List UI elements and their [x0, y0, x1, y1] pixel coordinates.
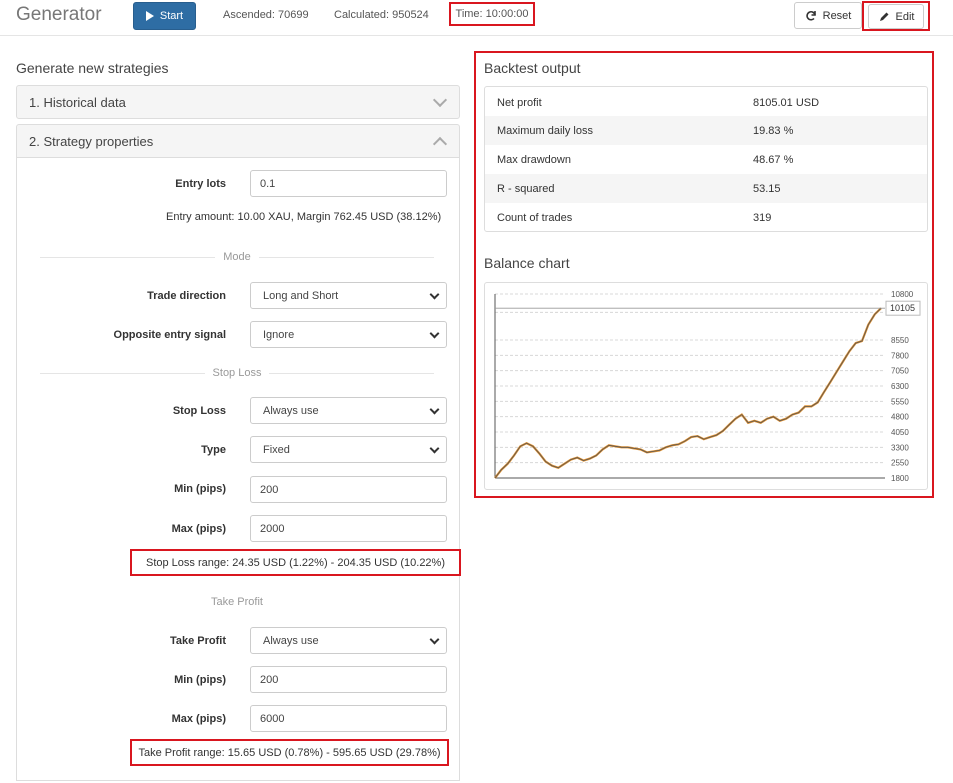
table-row: Maximum daily loss 19.83 % — [485, 116, 927, 145]
y-tick-label: 10800 — [891, 290, 914, 299]
chevron-down-icon — [429, 634, 440, 645]
tp-min-label: Min (pips) — [174, 674, 226, 686]
takeprofit-value: Always use — [263, 634, 319, 647]
balance-chart-svg: 1080099008550780070506300555048004050330… — [494, 290, 921, 483]
edit-button[interactable]: Edit — [868, 4, 924, 29]
mode-separator-label: Mode — [223, 251, 251, 263]
trade-direction-label: Trade direction — [147, 290, 226, 302]
metric-value: 48.67 % — [753, 153, 794, 166]
header-divider — [0, 35, 953, 36]
ascended-count: Ascended: 70699 — [223, 9, 309, 21]
edit-button-label: Edit — [895, 10, 915, 23]
opposite-entry-select[interactable]: Ignore — [250, 321, 447, 348]
metric-name: Max drawdown — [497, 153, 571, 166]
chevron-down-icon — [429, 443, 440, 454]
chevron-down-icon — [429, 404, 440, 415]
table-row: Net profit 8105.01 USD — [485, 88, 927, 117]
chevron-down-icon — [429, 328, 440, 339]
chevron-up-icon — [432, 136, 448, 152]
type-select[interactable]: Fixed — [250, 436, 447, 463]
y-tick-label: 2550 — [891, 459, 909, 468]
entry-lots-input[interactable]: 0.1 — [250, 170, 447, 197]
stoploss-separator: Stop Loss — [40, 367, 435, 379]
type-label: Type — [201, 444, 226, 456]
table-row: R - squared 53.15 — [485, 174, 927, 203]
y-tick-label: 4050 — [891, 428, 909, 437]
reset-button[interactable]: Reset — [794, 2, 862, 29]
top-toolbar: Generator Start Ascended: 70699 Calculat… — [0, 0, 953, 34]
takeprofit-select[interactable]: Always use — [250, 627, 447, 654]
y-tick-label: 4800 — [891, 413, 909, 422]
trade-direction-value: Long and Short — [263, 289, 339, 302]
stoploss-separator-label: Stop Loss — [212, 367, 262, 379]
metric-name: Count of trades — [497, 211, 573, 224]
accordion-historical-data[interactable]: 1. Historical data — [16, 85, 460, 119]
balance-chart-title: Balance chart — [484, 255, 570, 271]
stoploss-label: Stop Loss — [172, 405, 226, 417]
metric-value: 8105.01 USD — [753, 96, 820, 109]
metric-name: Net profit — [497, 96, 542, 109]
y-tick-label: 8550 — [891, 336, 909, 345]
balance-chart: 1080099008550780070506300555048004050330… — [484, 282, 928, 490]
takeprofit-separator: Take Profit — [211, 596, 263, 608]
backtest-title: Backtest output — [484, 60, 581, 76]
sl-max-input[interactable]: 2000 — [250, 515, 447, 542]
y-tick-label: 7800 — [891, 351, 909, 360]
balance-series-line — [494, 307, 882, 479]
metric-value: 19.83 % — [753, 124, 794, 137]
sl-min-input[interactable]: 200 — [250, 476, 447, 503]
tp-min-input[interactable]: 200 — [250, 666, 447, 693]
stoploss-range: Stop Loss range: 24.35 USD (1.22%) - 204… — [130, 549, 461, 576]
y-tick-label: 3300 — [891, 443, 909, 452]
trade-direction-select[interactable]: Long and Short — [250, 282, 447, 309]
mode-separator: Mode — [40, 251, 434, 263]
calculated-count: Calculated: 950524 — [334, 9, 429, 21]
tp-max-label: Max (pips) — [171, 713, 226, 725]
accordion-strategy-properties[interactable]: 2. Strategy properties — [16, 124, 460, 158]
y-tick-label: 7050 — [891, 367, 909, 376]
app-title: Generator — [16, 4, 102, 25]
accordion-historical-data-label: 1. Historical data — [29, 94, 126, 110]
sl-max-label: Max (pips) — [171, 523, 226, 535]
metric-value: 319 — [753, 211, 772, 224]
chevron-down-icon — [429, 289, 440, 300]
generate-title: Generate new strategies — [16, 60, 169, 76]
takeprofit-label: Take Profit — [169, 635, 226, 647]
metric-value: 53.15 — [753, 182, 781, 195]
takeprofit-range: Take Profit range: 15.65 USD (0.78%) - 5… — [130, 739, 449, 766]
refresh-icon — [805, 10, 816, 21]
table-row: Max drawdown 48.67 % — [485, 145, 927, 174]
tp-max-input[interactable]: 6000 — [250, 705, 447, 732]
y-tick-label: 6300 — [891, 382, 909, 391]
opposite-entry-label: Opposite entry signal — [113, 329, 226, 341]
y-tick-label: 5550 — [891, 397, 909, 406]
reset-button-label: Reset — [822, 9, 852, 22]
chevron-down-icon — [432, 92, 448, 108]
entry-lots-label: Entry lots — [175, 178, 226, 190]
opposite-entry-value: Ignore — [263, 328, 295, 341]
entry-amount-info: Entry amount: 10.00 XAU, Margin 762.45 U… — [166, 211, 442, 223]
y-tick-label: 1800 — [891, 474, 909, 483]
table-row: Count of trades 319 — [485, 203, 927, 232]
metric-name: Maximum daily loss — [497, 124, 593, 137]
accordion-strategy-properties-label: 2. Strategy properties — [29, 133, 154, 149]
start-button-label: Start — [159, 10, 184, 22]
edit-highlight: Edit — [862, 1, 930, 31]
time-elapsed: Time: 10:00:00 — [449, 2, 535, 26]
pencil-icon — [879, 12, 889, 21]
start-button[interactable]: Start — [133, 2, 196, 30]
play-icon — [145, 11, 154, 21]
stoploss-value: Always use — [263, 404, 319, 417]
stoploss-select[interactable]: Always use — [250, 397, 447, 424]
type-value: Fixed — [263, 443, 290, 456]
metric-name: R - squared — [497, 182, 555, 195]
current-value-label: 10105 — [890, 303, 915, 313]
backtest-table: Net profit 8105.01 USD Maximum daily los… — [484, 86, 928, 232]
sl-min-label: Min (pips) — [174, 483, 226, 495]
